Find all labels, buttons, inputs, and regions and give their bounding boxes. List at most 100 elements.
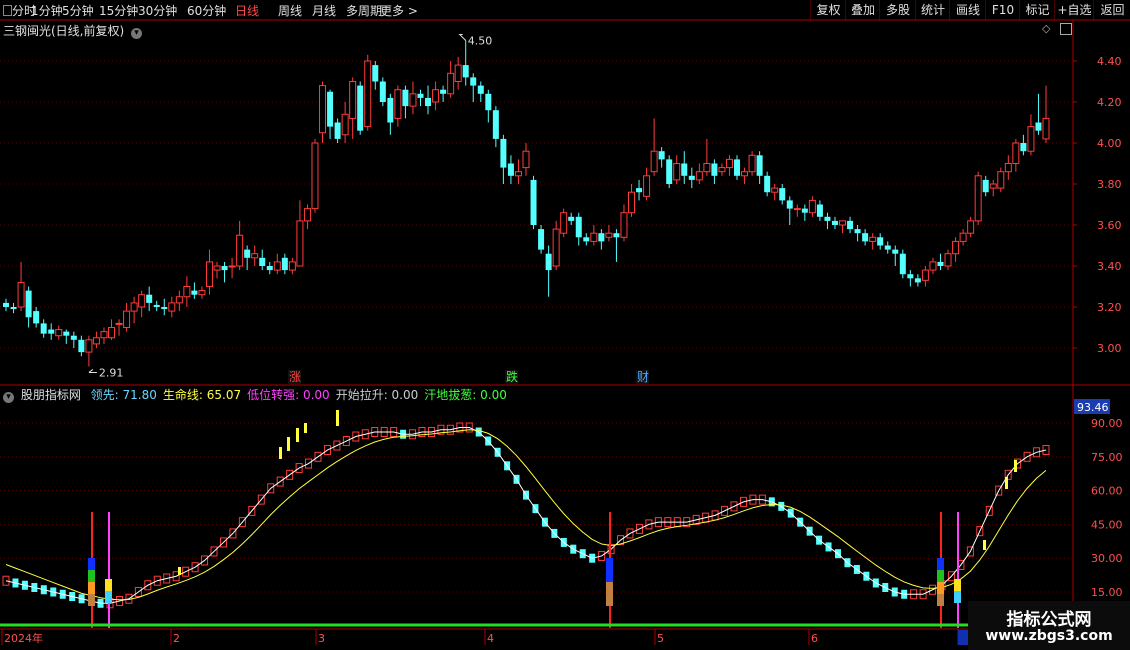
indicator-value-0: 领先: 71.80	[90, 388, 157, 402]
candle-body	[281, 257, 288, 271]
signal-tick	[178, 567, 181, 575]
dropdown-icon[interactable]: ▾	[131, 28, 143, 39]
signal-block	[606, 582, 613, 594]
candle-body	[741, 171, 749, 177]
candle-body	[929, 261, 937, 271]
candle-body	[492, 110, 499, 139]
signal-block	[937, 558, 944, 570]
candle-body	[63, 331, 70, 336]
candle-body	[764, 175, 771, 193]
candle-body	[854, 229, 861, 234]
candle-body	[387, 97, 394, 123]
candle-body	[100, 331, 108, 339]
indicator-value-1: 生命线: 65.07	[162, 388, 242, 402]
candle-body	[138, 294, 146, 308]
candle-body	[311, 142, 319, 210]
candle-body	[808, 199, 816, 214]
price-tick-label: 4.00	[1097, 137, 1122, 150]
candle-body	[213, 265, 221, 271]
x-axis-label: 6	[811, 632, 818, 645]
candle-body	[522, 150, 530, 169]
x-axis-label: 5	[657, 632, 664, 645]
candle-body	[432, 89, 440, 103]
event-marker-label: 跌	[506, 369, 518, 384]
watermark-url: www.zbgs3.com	[985, 628, 1113, 644]
candle-body	[884, 245, 891, 250]
signal-block	[105, 591, 112, 603]
candle-body	[440, 89, 447, 94]
stock-title-row: 三钢闽光(日线,前复权) ▾	[3, 22, 143, 39]
candle-body	[161, 307, 168, 310]
candle-body	[266, 266, 273, 271]
candle-body	[334, 122, 341, 139]
indicator-name[interactable]: 股朋指标网	[21, 388, 81, 402]
chart-area: 4.40 4.20 4.00 3.80 3.60 3.40 3.20 3.00 90.00 75.…	[0, 19, 1130, 650]
signal-block	[606, 558, 613, 570]
candle-body	[620, 212, 628, 238]
candle-body	[364, 60, 372, 128]
candle-body	[221, 266, 228, 271]
candle-body	[545, 253, 552, 271]
candle-body	[944, 253, 952, 267]
candle-body	[288, 261, 296, 271]
candle-body	[78, 339, 85, 353]
signal-block	[937, 594, 944, 606]
candle-body	[477, 85, 484, 94]
candle-body	[847, 220, 854, 230]
event-marker-label: 财	[637, 370, 649, 384]
candle-body	[628, 191, 636, 214]
candle-body	[303, 208, 311, 222]
candle-body	[17, 281, 25, 308]
candle-body	[341, 113, 349, 136]
signal-block	[954, 591, 961, 603]
candle-body	[123, 310, 131, 329]
signal-block	[88, 594, 95, 606]
price-tick-label: 3.00	[1097, 342, 1122, 355]
candle-body	[251, 253, 259, 259]
candle-body	[793, 208, 801, 211]
candle-body	[115, 322, 123, 325]
candle-body	[862, 233, 869, 242]
candle-body	[175, 296, 183, 304]
candle-body	[583, 237, 590, 242]
price-tick-label: 3.40	[1097, 260, 1122, 273]
panel-toggle-icon[interactable]	[1060, 23, 1072, 35]
candle-body	[786, 200, 793, 209]
candle-body	[560, 212, 568, 234]
candle-body	[183, 286, 191, 298]
candle-body	[711, 163, 718, 176]
candle-body	[470, 77, 477, 86]
candle-body	[831, 220, 838, 225]
candle-body	[921, 269, 929, 281]
candle-body	[552, 228, 560, 267]
candle-body	[33, 311, 40, 324]
candle-body	[575, 216, 582, 238]
candle-body	[703, 163, 711, 173]
candle-body	[191, 290, 198, 295]
candle-body	[10, 307, 17, 310]
candle-body	[688, 175, 695, 180]
x-axis-label: 2	[173, 632, 180, 645]
candle-body	[500, 138, 507, 168]
candle-body	[447, 72, 455, 95]
indicator-value-3: 开始拉升: 0.00	[335, 388, 419, 402]
candle-body	[273, 261, 281, 271]
price-tick-label: 3.80	[1097, 178, 1122, 191]
candle-body	[771, 187, 779, 193]
candle-body	[1035, 122, 1042, 131]
candle-body	[379, 81, 386, 102]
life-line	[5, 429, 1047, 601]
dropdown-icon[interactable]: ▾	[3, 392, 14, 403]
candle-body	[967, 220, 975, 234]
indicator-value-4: 汗地拔葱: 0.00	[424, 388, 507, 402]
candle-body	[244, 249, 251, 258]
candle-body	[598, 233, 605, 242]
signal-block	[606, 570, 613, 582]
candle-body	[877, 237, 884, 246]
candle-body	[507, 163, 514, 176]
diamond-icon[interactable]: ◇	[1042, 22, 1050, 35]
candle-body	[666, 159, 673, 184]
candle-body	[108, 327, 116, 339]
lead-line	[5, 427, 1047, 604]
candle-body	[402, 89, 409, 107]
